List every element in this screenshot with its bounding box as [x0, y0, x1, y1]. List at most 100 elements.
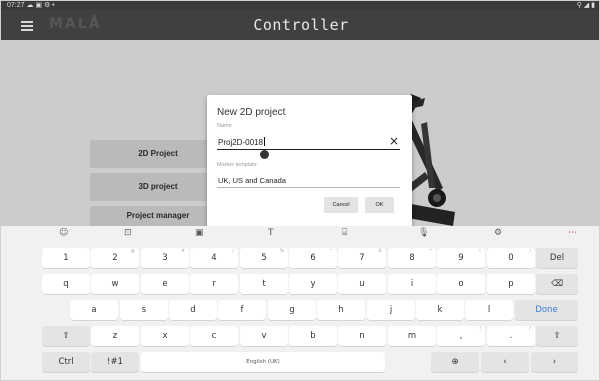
key-label: Del — [549, 253, 565, 263]
cursor-left-icon[interactable]: ‹ — [481, 352, 529, 372]
comma-key[interactable]: ,! — [437, 326, 485, 346]
key-c[interactable]: c — [190, 326, 238, 346]
done-key[interactable]: Done — [515, 300, 578, 320]
shift-icon[interactable]: ⇧ — [42, 326, 90, 346]
sticker-icon[interactable]: ⊡ — [124, 228, 132, 238]
key-i[interactable]: i — [388, 274, 436, 294]
key-6[interactable]: 6 ^ — [289, 248, 337, 268]
delete-key[interactable]: Del — [536, 248, 578, 268]
ctrl-key[interactable]: Ctrl — [42, 352, 90, 372]
key-label: ‹ — [503, 357, 507, 367]
key-label: 4 — [211, 253, 217, 263]
key-t[interactable]: t — [240, 274, 288, 294]
key-label: o — [458, 279, 464, 289]
key-1[interactable]: 1 — [42, 248, 90, 268]
text-selection-handle[interactable] — [260, 150, 269, 159]
key-label: 2 — [112, 253, 118, 263]
key-hint: # — [181, 249, 185, 254]
key-e[interactable]: e — [141, 274, 189, 294]
key-5[interactable]: 5% — [240, 248, 288, 268]
key-4[interactable]: 4/ — [190, 248, 238, 268]
key-label: g — [289, 305, 295, 315]
key-label: i — [410, 279, 414, 289]
key-d[interactable]: d — [169, 300, 217, 320]
key-q[interactable]: q — [42, 274, 90, 294]
key-label: w — [111, 279, 119, 289]
key-v[interactable]: v — [240, 326, 288, 346]
key-hint: @ — [130, 249, 136, 254]
status-icons: ⚲ ◢ ▮ — [576, 2, 595, 9]
keyboard-toolbar: ☺ ⊡ ▣ T ⌸ 🎙 ⚙ ⋯ — [1, 226, 599, 243]
key-label: s — [141, 305, 147, 315]
marker-template-select[interactable]: UK, US and Canada — [217, 174, 400, 188]
key-3[interactable]: 3 # — [141, 248, 189, 268]
key-p[interactable]: p — [487, 274, 535, 294]
status-time: 07:27 ☁ ▣ ⚙ • — [7, 2, 55, 9]
key-hint: / — [232, 249, 234, 254]
key-label: 9 — [458, 253, 464, 263]
key-l[interactable]: l — [465, 300, 513, 320]
app-title: Controller — [253, 16, 349, 34]
period-key[interactable]: .? — [487, 326, 535, 346]
key-8[interactable]: 8 * — [388, 248, 436, 268]
key-y[interactable]: y — [289, 274, 337, 294]
key-7[interactable]: 7 & — [338, 248, 386, 268]
gif-icon[interactable]: ▣ — [195, 228, 204, 238]
cancel-button[interactable]: Cancel — [324, 197, 358, 213]
ok-button[interactable]: OK — [365, 197, 394, 213]
key-h[interactable]: h — [317, 300, 365, 320]
microphone-icon[interactable]: 🎙 — [418, 228, 429, 238]
project-name-input[interactable]: Proj2D-0018 × — [217, 134, 400, 150]
handwriting-icon[interactable]: T — [268, 228, 274, 238]
key-label: y — [310, 279, 316, 289]
key-label: c — [211, 331, 217, 341]
key-j[interactable]: j — [367, 300, 415, 320]
key-x[interactable]: x — [141, 326, 189, 346]
key-g[interactable]: g — [268, 300, 316, 320]
project-name-value: Proj2D-0018 — [218, 138, 263, 147]
key-u[interactable]: u — [338, 274, 386, 294]
key-label: x — [162, 331, 168, 341]
clipboard-icon[interactable]: ⌸ — [342, 228, 347, 238]
key-r[interactable]: r — [190, 274, 238, 294]
key-w[interactable]: w — [91, 274, 139, 294]
key-9[interactable]: 9( — [437, 248, 485, 268]
key-label: 6 — [310, 253, 316, 263]
cursor-right-icon[interactable]: › — [531, 352, 578, 372]
more-icon[interactable]: ⋯ — [568, 228, 577, 238]
symbols-key[interactable]: !#1 — [91, 352, 139, 372]
key-label: u — [359, 279, 365, 289]
key-label: h — [338, 305, 344, 315]
key-n[interactable]: n — [338, 326, 386, 346]
marker-template-value: UK, US and Canada — [218, 176, 286, 185]
text-cursor — [263, 137, 265, 146]
key-2[interactable]: 2 @ — [91, 248, 139, 268]
key-b[interactable]: b — [289, 326, 337, 346]
key-label: 7 — [359, 253, 365, 263]
clear-icon[interactable]: × — [389, 134, 399, 148]
key-m[interactable]: m — [388, 326, 436, 346]
key-a[interactable]: a — [70, 300, 118, 320]
key-label: v — [261, 331, 267, 341]
main-content: 2D Project 3D project Project manager Ne… — [1, 40, 599, 227]
key-hint: % — [279, 249, 284, 254]
emoji-icon[interactable]: ☺ — [59, 228, 68, 238]
globe-icon[interactable]: ⊕ — [431, 352, 479, 372]
key-label: n — [359, 331, 365, 341]
key-o[interactable]: o — [437, 274, 485, 294]
key-s[interactable]: s — [120, 300, 168, 320]
key-label: d — [190, 305, 196, 315]
space-bar[interactable]: English (UK) — [141, 352, 385, 372]
backspace-icon[interactable]: ⌫ — [536, 274, 578, 294]
key-0[interactable]: 0) — [487, 248, 535, 268]
key-label: ⊕ — [451, 357, 459, 367]
key-label: t — [262, 279, 266, 289]
key-label: e — [162, 279, 168, 289]
key-z[interactable]: z — [91, 326, 139, 346]
key-k[interactable]: k — [416, 300, 464, 320]
key-label: , — [459, 331, 463, 341]
settings-icon[interactable]: ⚙ — [494, 228, 502, 238]
key-label: . — [509, 331, 513, 341]
key-f[interactable]: f — [218, 300, 266, 320]
shift-icon[interactable]: ⇧ — [536, 326, 578, 346]
